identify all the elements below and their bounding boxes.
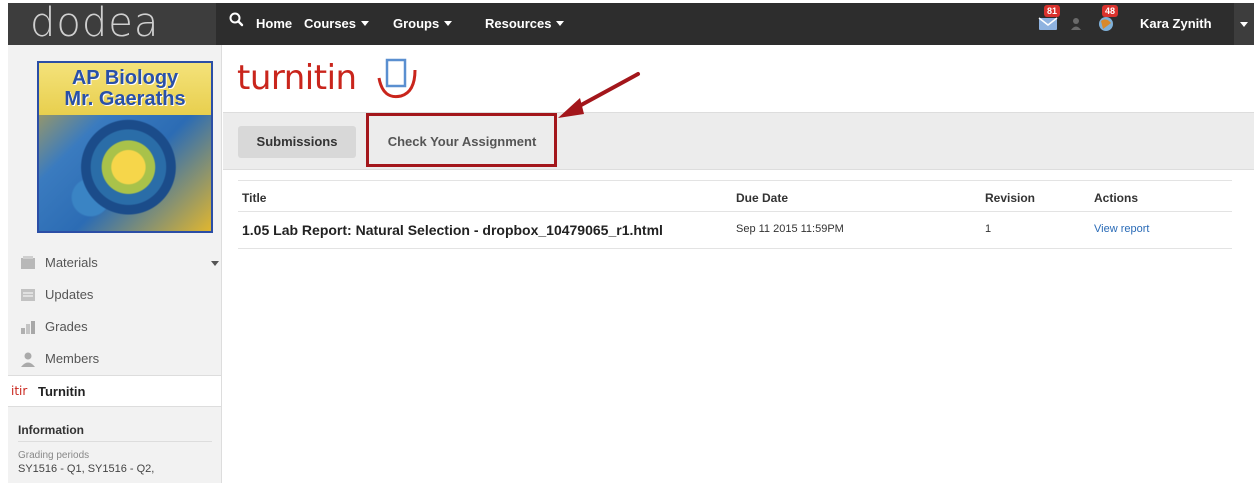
submission-due-date: Sep 11 2015 11:59PM [736, 223, 844, 235]
turnitin-logo: turnitin [237, 58, 357, 98]
people-icon [1071, 18, 1081, 30]
sidebar-item-updates[interactable]: Updates [8, 279, 221, 311]
notifications-button[interactable]: 48 [1094, 5, 1119, 35]
sidebar-item-turnitin[interactable]: itir Turnitin [8, 375, 221, 407]
column-header-revision: Revision [985, 191, 1036, 205]
view-report-link[interactable]: View report [1094, 223, 1149, 235]
turnitin-icon: itir [11, 384, 28, 398]
chevron-down-icon [444, 21, 453, 26]
connections-button[interactable] [1066, 11, 1090, 35]
column-header-title: Title [242, 191, 267, 205]
chevron-down-icon [361, 21, 370, 26]
top-navigation-bar: dodea Home Courses Groups Resources 81 4… [8, 3, 1254, 45]
annotation-highlight-box [366, 113, 557, 167]
sidebar-item-grades[interactable]: Grades [8, 311, 221, 343]
grading-periods-value: SY1516 - Q1, SY1516 - Q2, [18, 463, 155, 475]
chevron-down-icon [1240, 22, 1248, 27]
turnitin-logo-mark-icon [375, 56, 421, 106]
search-icon[interactable] [226, 9, 248, 31]
materials-icon [20, 255, 36, 271]
course-title: AP Biology Mr. Gaeraths [39, 63, 211, 115]
divider [18, 441, 212, 442]
grading-periods-label: Grading periods [18, 450, 90, 461]
course-sidebar: AP Biology Mr. Gaeraths Materials Update… [8, 45, 222, 483]
sidebar-item-members[interactable]: Members [8, 343, 221, 375]
messages-button[interactable]: 81 [1036, 5, 1061, 35]
column-header-actions: Actions [1094, 191, 1139, 205]
submission-revision: 1 [985, 223, 992, 235]
notifications-count-badge: 48 [1102, 5, 1119, 17]
annotation-arrow-icon [558, 72, 640, 118]
user-menu-button[interactable] [1234, 3, 1254, 45]
chevron-down-icon[interactable] [211, 261, 219, 266]
chevron-down-icon [556, 21, 565, 26]
tab-submissions[interactable]: Submissions [238, 126, 356, 158]
table-header: Title Due Date Revision Actions [238, 180, 1232, 212]
table-row: 1.05 Lab Report: Natural Selection - dro… [238, 212, 1232, 249]
nav-groups[interactable]: Groups [393, 16, 453, 31]
submission-title: 1.05 Lab Report: Natural Selection - dro… [242, 222, 663, 238]
nav-home[interactable]: Home [256, 16, 292, 31]
grades-icon [20, 319, 36, 335]
dodea-logo[interactable]: dodea [8, 3, 216, 45]
nav-courses[interactable]: Courses [304, 16, 370, 31]
course-image[interactable]: AP Biology Mr. Gaeraths [37, 61, 213, 233]
sidebar-item-materials[interactable]: Materials [8, 247, 221, 279]
user-name[interactable]: Kara Zynith [1140, 16, 1212, 31]
members-icon [20, 351, 36, 367]
information-heading: Information [18, 423, 84, 437]
messages-count-badge: 81 [1044, 5, 1061, 17]
nav-resources[interactable]: Resources [485, 16, 565, 31]
column-header-due-date: Due Date [736, 191, 789, 205]
updates-icon [20, 287, 36, 303]
